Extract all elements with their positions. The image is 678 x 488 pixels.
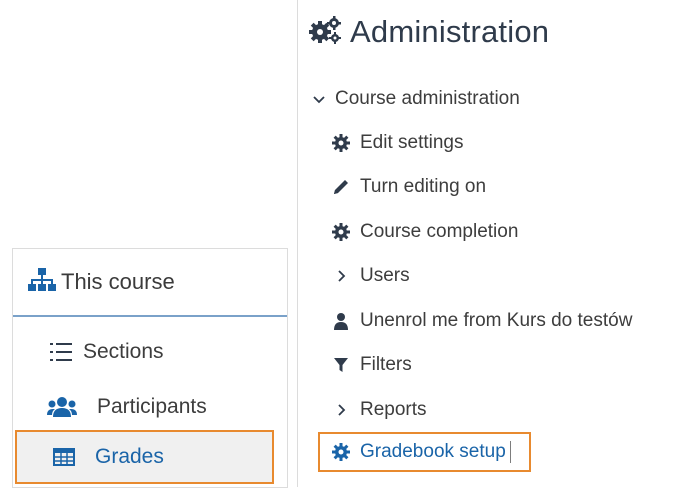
menu-item-turn-editing-on[interactable]: Turn editing on (330, 172, 486, 202)
filter-icon (330, 357, 352, 373)
menu-item-unenrol[interactable]: Unenrol me from Kurs do testów (330, 306, 632, 336)
menu-item-gradebook-setup[interactable]: Gradebook setup (330, 437, 511, 467)
administration-block: Administration Course administration Edi… (297, 0, 678, 487)
gear-icon (330, 443, 352, 461)
menu-item-course-completion[interactable]: Course completion (330, 217, 518, 247)
menu-item-filters[interactable]: Filters (330, 350, 412, 380)
nav-item-sections[interactable]: Sections (13, 327, 287, 377)
nav-item-sections-label: Sections (83, 340, 164, 363)
gear-icon (330, 223, 352, 241)
nav-item-grades[interactable]: Grades (15, 430, 274, 484)
turn-editing-on-label: Turn editing on (360, 176, 487, 197)
cogs-icon (308, 15, 342, 50)
chevron-down-icon (312, 94, 326, 104)
unenrol-label: Unenrol me from Kurs do testów (360, 310, 633, 331)
list-icon (49, 340, 73, 364)
menu-item-users[interactable]: Users (330, 261, 410, 291)
reports-label: Reports (360, 399, 427, 420)
table-icon (53, 448, 75, 466)
this-course-block: This course Sections Participants Grades (12, 248, 288, 488)
users-icon (47, 396, 77, 418)
menu-item-reports[interactable]: Reports (330, 395, 427, 425)
sitemap-icon (27, 267, 57, 298)
course-administration-toggle[interactable]: Course administration (312, 84, 520, 114)
course-completion-label: Course completion (360, 221, 519, 242)
pencil-icon (330, 178, 352, 196)
edit-settings-label: Edit settings (360, 132, 464, 153)
user-icon (330, 312, 352, 330)
this-course-title: This course (61, 269, 175, 294)
administration-title: Administration (350, 14, 550, 49)
nav-item-participants-label: Participants (97, 395, 207, 418)
menu-item-edit-settings[interactable]: Edit settings (330, 128, 464, 158)
administration-header: Administration (308, 10, 549, 54)
nav-item-participants[interactable]: Participants (13, 382, 287, 432)
chevron-right-icon (330, 269, 352, 283)
this-course-header[interactable]: This course (13, 249, 287, 317)
nav-item-grades-label: Grades (95, 445, 164, 468)
users-label: Users (360, 265, 410, 286)
chevron-right-icon (330, 403, 352, 417)
course-administration-label: Course administration (335, 88, 520, 109)
gear-icon (330, 134, 352, 152)
filters-label: Filters (360, 354, 412, 375)
gradebook-setup-label: Gradebook setup (360, 441, 511, 463)
